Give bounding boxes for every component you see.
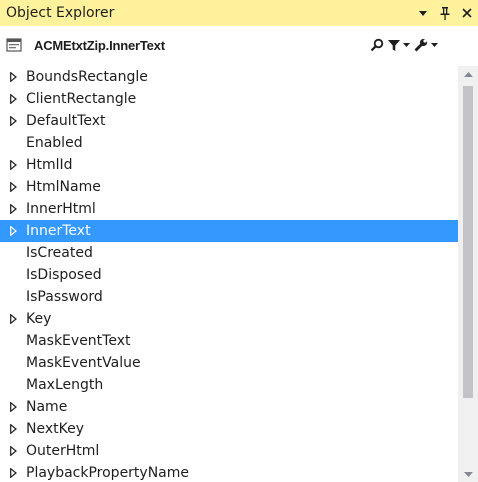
expand-arrow-icon[interactable] xyxy=(8,418,18,440)
window-position-dropdown-button[interactable] xyxy=(412,2,434,24)
property-label: MaskEventText xyxy=(26,333,131,349)
property-label: IsCreated xyxy=(26,245,93,261)
property-row[interactable]: BoundsRectangle xyxy=(0,66,458,88)
property-list[interactable]: BoundsRectangle ClientRectangle DefaultTex… xyxy=(0,66,458,482)
filter-icon xyxy=(388,39,400,51)
property-row[interactable]: IsPassword xyxy=(0,286,458,308)
property-label: NextKey xyxy=(26,421,84,437)
expand-arrow-icon[interactable] xyxy=(8,462,18,482)
expander-placeholder xyxy=(8,330,18,352)
property-label: MaskEventValue xyxy=(26,355,141,371)
expander-placeholder xyxy=(8,374,18,396)
scroll-down-arrow-icon xyxy=(463,471,473,477)
expander-placeholder xyxy=(8,352,18,374)
expand-arrow-icon[interactable] xyxy=(8,440,18,462)
property-label: ClientRectangle xyxy=(26,91,137,107)
property-row[interactable]: InnerHtml xyxy=(0,198,458,220)
property-row[interactable]: MaxLength xyxy=(0,374,458,396)
expand-arrow-icon[interactable] xyxy=(8,154,18,176)
vertical-scrollbar[interactable] xyxy=(458,66,478,482)
search-button[interactable] xyxy=(370,35,384,55)
property-row[interactable]: HtmlId xyxy=(0,154,458,176)
close-button[interactable] xyxy=(456,2,478,24)
property-row[interactable]: MaskEventValue xyxy=(0,352,458,374)
expand-arrow-icon[interactable] xyxy=(8,220,18,242)
chevron-down-icon xyxy=(431,43,438,47)
pin-icon xyxy=(440,6,450,20)
property-label: InnerHtml xyxy=(26,201,96,217)
scroll-up-button[interactable] xyxy=(458,66,478,82)
property-row[interactable]: InnerText xyxy=(0,220,458,242)
property-row[interactable]: ClientRectangle xyxy=(0,88,458,110)
chevron-down-icon xyxy=(403,43,410,47)
control-object-icon xyxy=(6,38,22,52)
close-icon xyxy=(462,8,472,18)
toolbar-actions xyxy=(366,35,438,55)
property-row[interactable]: Key xyxy=(0,308,458,330)
property-row[interactable]: HtmlName xyxy=(0,176,458,198)
property-row[interactable]: IsCreated xyxy=(0,242,458,264)
property-label: HtmlName xyxy=(26,179,101,195)
expand-arrow-icon[interactable] xyxy=(8,396,18,418)
property-label: Name xyxy=(26,399,68,415)
pin-button[interactable] xyxy=(434,2,456,24)
property-row[interactable]: Enabled xyxy=(0,132,458,154)
wrench-icon xyxy=(414,38,428,52)
property-label: Enabled xyxy=(26,135,83,151)
object-explorer-titlebar: Object Explorer xyxy=(0,0,478,26)
property-row[interactable]: OuterHtml xyxy=(0,440,458,462)
expand-arrow-icon[interactable] xyxy=(8,198,18,220)
property-row[interactable]: MaskEventText xyxy=(0,330,458,352)
expand-arrow-icon[interactable] xyxy=(8,308,18,330)
property-row[interactable]: IsDisposed xyxy=(0,264,458,286)
property-label: InnerText xyxy=(26,223,91,239)
property-label: Key xyxy=(26,311,52,327)
property-label: IsDisposed xyxy=(26,267,102,283)
scroll-thumb[interactable] xyxy=(463,86,473,398)
property-label: BoundsRectangle xyxy=(26,69,148,85)
property-label: OuterHtml xyxy=(26,443,100,459)
property-label: MaxLength xyxy=(26,377,104,393)
property-row[interactable]: Name xyxy=(0,396,458,418)
scroll-up-arrow-icon xyxy=(463,71,473,77)
expander-placeholder xyxy=(8,264,18,286)
property-label: HtmlId xyxy=(26,157,73,173)
property-label: DefaultText xyxy=(26,113,106,129)
property-row[interactable]: DefaultText xyxy=(0,110,458,132)
settings-dropdown-button[interactable] xyxy=(414,35,438,55)
expand-arrow-icon[interactable] xyxy=(8,66,18,88)
expand-arrow-icon[interactable] xyxy=(8,110,18,132)
search-icon xyxy=(370,38,384,52)
expand-arrow-icon[interactable] xyxy=(8,176,18,198)
chevron-down-icon xyxy=(419,10,427,16)
scroll-down-button[interactable] xyxy=(458,466,478,482)
property-row[interactable]: NextKey xyxy=(0,418,458,440)
filter-dropdown-button[interactable] xyxy=(388,35,410,55)
property-row[interactable]: PlaybackPropertyName xyxy=(0,462,458,482)
expander-placeholder xyxy=(8,242,18,264)
expand-arrow-icon[interactable] xyxy=(8,88,18,110)
selected-object-name: ACMEtxtZip.InnerText xyxy=(34,37,165,53)
expander-placeholder xyxy=(8,286,18,308)
object-toolbar: ACMEtxtZip.InnerText xyxy=(0,26,478,64)
panel-title: Object Explorer xyxy=(6,5,115,21)
property-label: PlaybackPropertyName xyxy=(26,465,190,481)
expander-placeholder xyxy=(8,132,18,154)
property-label: IsPassword xyxy=(26,289,103,305)
